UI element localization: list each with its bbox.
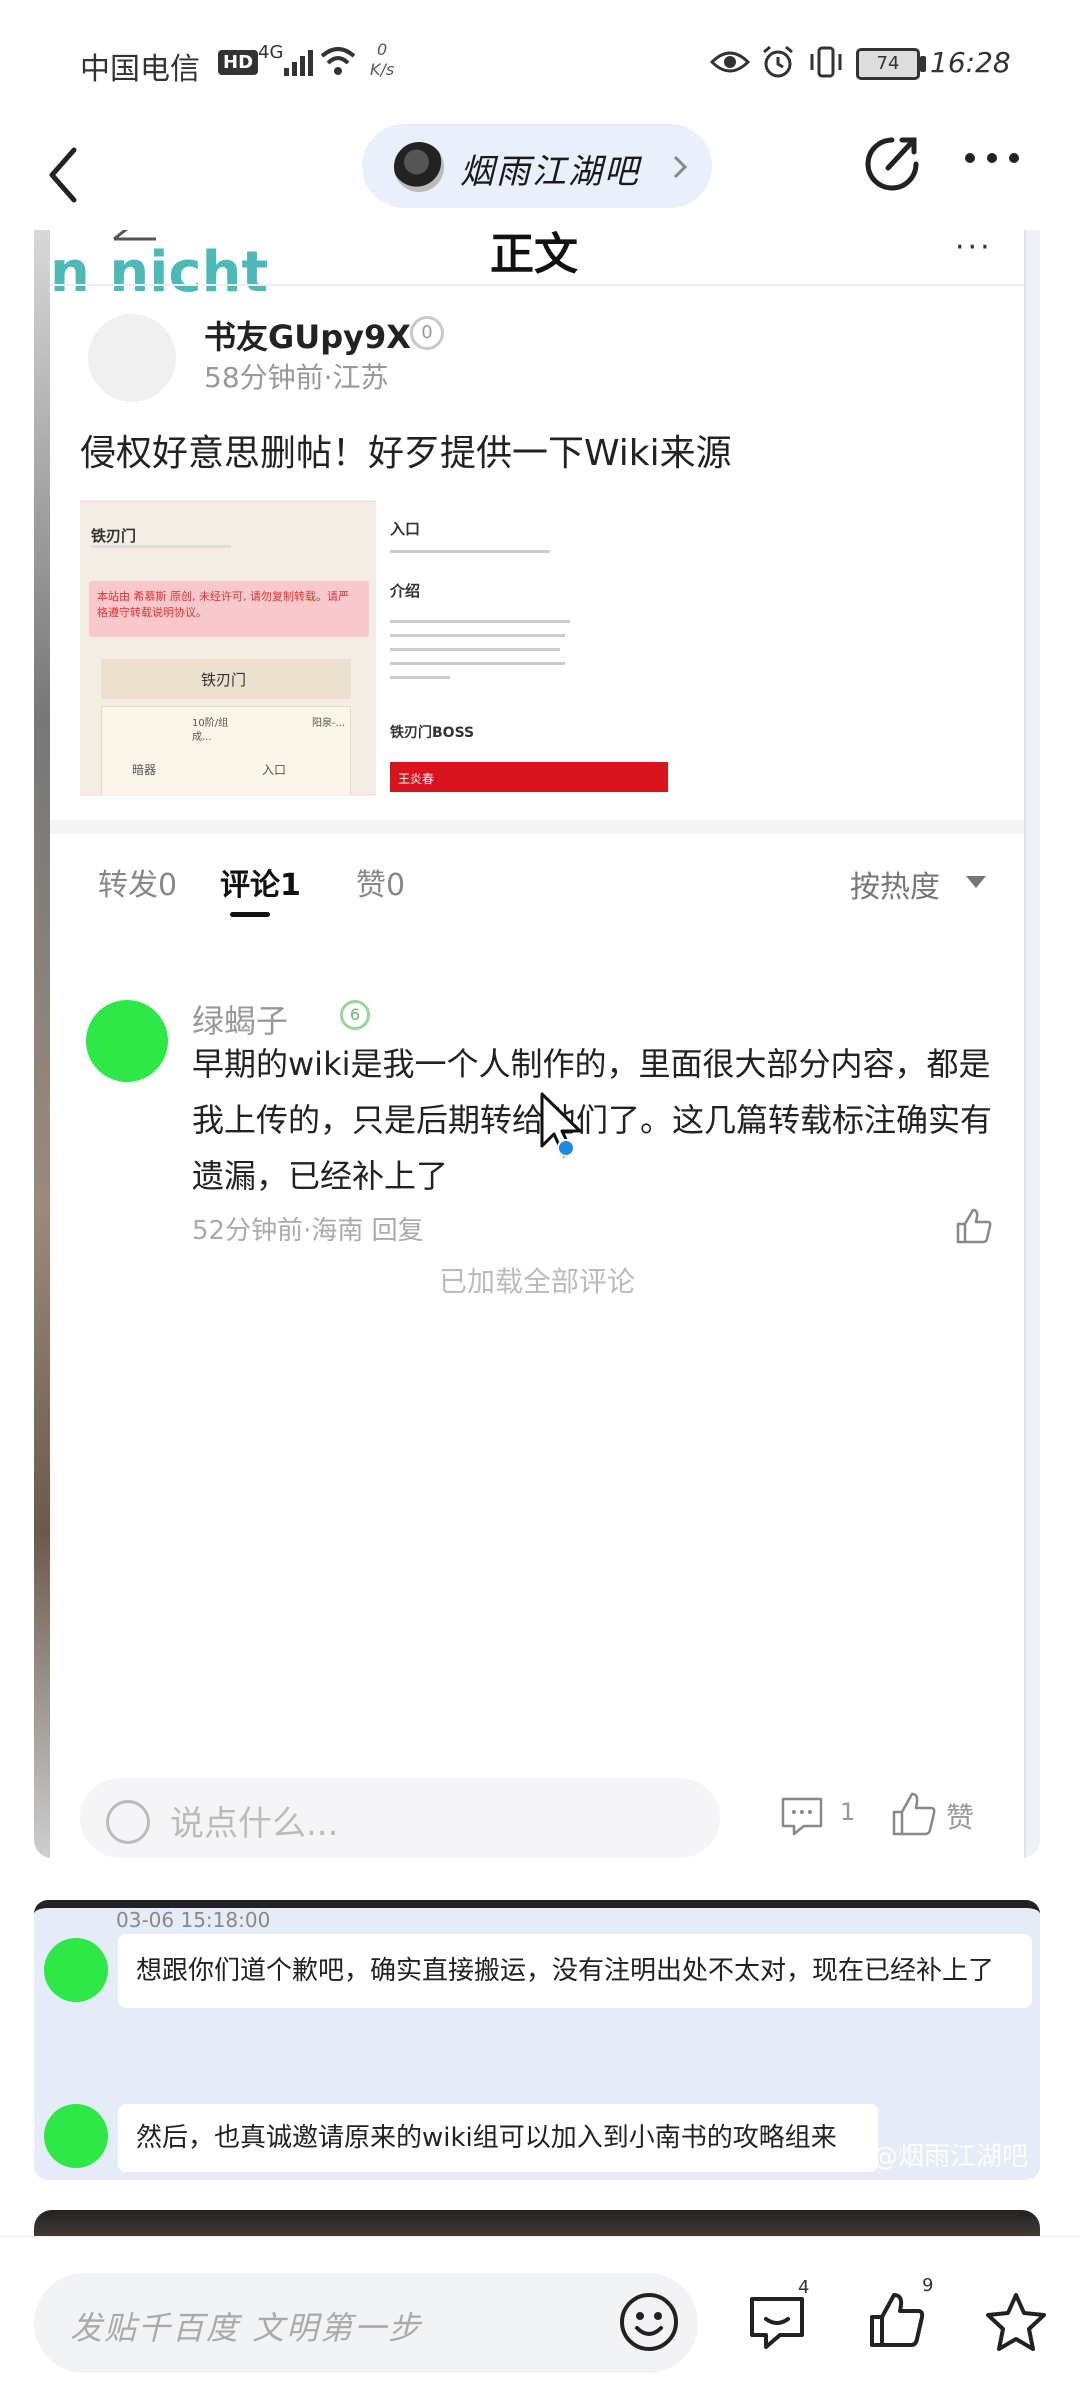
net-speed-unit: K/s bbox=[370, 60, 395, 79]
author-level-badge: 0 bbox=[410, 316, 444, 350]
bottom-comment-count: 4 bbox=[798, 2277, 810, 2298]
network-type: 4G bbox=[258, 42, 284, 63]
post-screenshot-image[interactable]: 正文 ··· n nicht 书友GUpy9X 0 58分钟前·江苏 侵权好意思… bbox=[34, 230, 1040, 1858]
chat-screenshot-image[interactable]: 03-06 15:18:00 想跟你们道个歉吧，确实直接搬运，没有注明出处不太对… bbox=[34, 1900, 1040, 2180]
watermark: @烟雨江湖吧 bbox=[872, 2142, 1029, 2172]
battery-tip bbox=[920, 56, 926, 72]
img2-bar6 bbox=[390, 676, 450, 679]
img2-heading1: 入口 bbox=[390, 520, 421, 538]
signal-icon bbox=[284, 50, 313, 76]
screenshot-left-edge bbox=[34, 230, 50, 1858]
reply-placeholder: 说点什么... bbox=[170, 1804, 339, 1844]
divider bbox=[50, 284, 1024, 286]
all-loaded-label: 已加载全部评论 bbox=[438, 1265, 635, 1298]
tab-repost: 转发0 bbox=[98, 868, 178, 903]
forum-name: 烟雨江湖吧 bbox=[460, 152, 640, 192]
author-avatar bbox=[88, 314, 176, 402]
carrier-label: 中国电信 bbox=[80, 52, 200, 87]
bottom-like-count: 9 bbox=[922, 2275, 934, 2296]
comment-icon bbox=[781, 1797, 823, 1836]
wifi-icon bbox=[320, 47, 356, 75]
more-icon[interactable] bbox=[960, 138, 1024, 178]
img1-cell-left: 暗器 bbox=[132, 763, 157, 777]
edit-icon[interactable] bbox=[862, 132, 922, 196]
img2-heading2: 介绍 bbox=[390, 582, 421, 600]
thumbs-up-icon bbox=[956, 1208, 992, 1244]
hd-badge: HD bbox=[218, 50, 259, 75]
comment-count: 1 bbox=[840, 1798, 856, 1826]
thumbs-up-icon[interactable] bbox=[866, 2289, 928, 2351]
comment-bubble-icon[interactable] bbox=[746, 2291, 808, 2353]
chat-bubble: 然后，也真诚邀请原来的wiki组可以加入到小南书的攻略组来 bbox=[118, 2104, 878, 2172]
mouse-cursor-icon bbox=[540, 1092, 582, 1158]
net-speed-value: 0 bbox=[377, 40, 388, 59]
img1-button: 铁刃门 bbox=[101, 659, 351, 699]
like-label: 赞 bbox=[946, 1801, 975, 1834]
nav-header: 烟雨江湖吧 bbox=[0, 120, 1080, 230]
bottom-bar: 发贴千百度 文明第一步 4 9 bbox=[0, 2236, 1080, 2388]
commenter-avatar bbox=[86, 1000, 168, 1082]
thumbs-up-icon bbox=[892, 1792, 936, 1836]
author-name: 书友GUpy9X bbox=[204, 318, 411, 356]
inner-more-icon: ··· bbox=[955, 230, 993, 265]
img1-cell-mid: 入口 bbox=[262, 763, 287, 777]
chat-bubble: 想跟你们道个歉吧，确实直接搬运，没有注明出处不太对，现在已经补上了 bbox=[118, 1934, 1032, 2008]
ghost-text: n nicht bbox=[50, 240, 269, 305]
comment-tabs: 转发0 评论1 赞0 按热度 bbox=[50, 842, 1024, 922]
chat-avatar bbox=[44, 2104, 108, 2168]
back-icon[interactable] bbox=[40, 140, 90, 210]
keyboard-icon bbox=[106, 1800, 150, 1844]
forum-pill[interactable]: 烟雨江湖吧 bbox=[362, 124, 712, 208]
battery-indicator: 74 bbox=[856, 48, 920, 80]
tab-underline bbox=[230, 912, 270, 917]
clock: 16:28 bbox=[930, 46, 1011, 79]
wiki-screenshot-thumb-2: 入口 介绍 铁刃门BOSS 王炎春 bbox=[390, 500, 680, 796]
img1-title: 铁刃门 bbox=[91, 527, 137, 545]
eye-icon bbox=[710, 51, 750, 73]
tab-like: 赞0 bbox=[356, 868, 406, 903]
screenshot-content: 正文 ··· n nicht 书友GUpy9X 0 58分钟前·江苏 侵权好意思… bbox=[50, 230, 1024, 1858]
comment-text: 早期的wiki是我一个人制作的，里面很大部分内容，都是我上传的，只是后期转给他们… bbox=[192, 1045, 993, 1195]
inner-title: 正文 bbox=[490, 230, 578, 280]
img2-bar4 bbox=[390, 648, 560, 651]
forum-avatar bbox=[394, 142, 444, 192]
commenter-level-badge: 6 bbox=[340, 1000, 370, 1030]
sort-label: 按热度 bbox=[850, 870, 940, 905]
author-meta: 58分钟前·江苏 bbox=[204, 361, 389, 394]
img2-red-bar: 王炎春 bbox=[390, 762, 668, 792]
comment-meta: 52分钟前·海南 回复 bbox=[192, 1216, 424, 1246]
img2-bar2 bbox=[390, 620, 570, 623]
screenshot-right-edge bbox=[1024, 230, 1040, 1858]
img2-bar5 bbox=[390, 662, 565, 665]
chat-timestamp: 03-06 15:18:00 bbox=[116, 1908, 271, 1932]
emoji-icon[interactable] bbox=[618, 2291, 680, 2353]
alarm-icon bbox=[763, 45, 793, 78]
img2-bar3 bbox=[390, 634, 565, 637]
tab-comment: 评论1 bbox=[220, 868, 301, 903]
img1-alert: 本站由 希慕斯 原创, 未经许可, 请勿复制转载。请严格遵守转载说明协议。 bbox=[89, 581, 369, 637]
img2-heading3: 铁刃门BOSS bbox=[390, 725, 475, 741]
img2-bar1 bbox=[390, 550, 550, 553]
img1-alert-text: 本站由 希慕斯 原创, 未经许可, 请勿复制转载。请严格遵守转载说明协议。 bbox=[97, 590, 349, 619]
img1-cell-right: 阳泉-... bbox=[312, 718, 346, 729]
post-text: 侵权好意思删帖！好歹提供一下Wiki来源 bbox=[80, 433, 732, 474]
wiki-screenshot-thumb-1: 铁刃门 本站由 希慕斯 原创, 未经许可, 请勿复制转载。请严格遵守转载说明协议… bbox=[80, 500, 376, 796]
chevron-right-icon bbox=[673, 155, 688, 179]
img2-red-bar-text: 王炎春 bbox=[398, 772, 435, 786]
img1-table: 暗器 10阶/组成... 入口 阳泉-... bbox=[101, 706, 351, 795]
caret-down-icon bbox=[966, 876, 986, 888]
status-bar: 中国电信 HD 4G 0 K/s 74 16:28 bbox=[0, 0, 1080, 120]
img1-cell-col: 10阶/组成... bbox=[192, 718, 229, 743]
reply-input-placeholder: 发贴千百度 文明第一步 bbox=[70, 2309, 423, 2347]
vibrate-icon bbox=[810, 46, 842, 78]
chat-avatar bbox=[44, 1938, 108, 2002]
img1-button-label: 铁刃门 bbox=[201, 671, 247, 689]
section-separator bbox=[50, 820, 1024, 834]
img1-bar bbox=[91, 545, 231, 548]
net-speed: 0 K/s bbox=[370, 40, 394, 80]
star-icon[interactable] bbox=[984, 2291, 1048, 2353]
